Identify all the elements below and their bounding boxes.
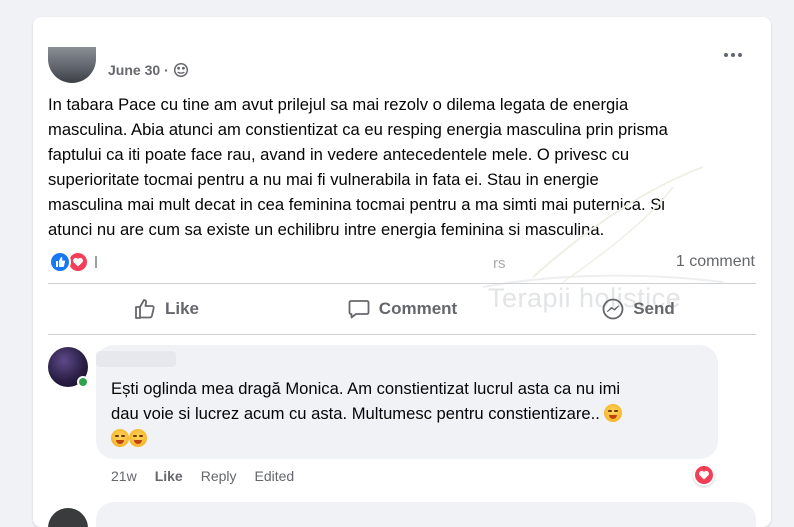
comment-time[interactable]: 21w bbox=[111, 468, 137, 484]
comment-button[interactable]: Comment bbox=[284, 284, 520, 334]
online-status-icon bbox=[77, 376, 89, 388]
post-meta: June 30 · bbox=[108, 61, 189, 79]
comment-reply-button[interactable]: Reply bbox=[201, 468, 237, 484]
meta-separator: · bbox=[164, 62, 169, 78]
post-line: masculina. Abia atunci am constientizat … bbox=[48, 120, 668, 139]
post-actions: Like Comment Send bbox=[48, 284, 756, 334]
watermark-fragment: rs bbox=[493, 255, 506, 272]
reaction-count bbox=[95, 256, 97, 268]
watermark-logo-icon bbox=[482, 166, 724, 288]
comment-like-button[interactable]: Like bbox=[155, 468, 183, 484]
comment-icon bbox=[348, 300, 370, 319]
post-date[interactable]: June 30 bbox=[108, 62, 160, 78]
comment-line: Ești oglinda mea dragă Monica. Am consti… bbox=[111, 379, 621, 398]
thumbs-up-icon bbox=[135, 299, 155, 319]
comment-line: dau voie si lucrez acum cu asta. Multume… bbox=[111, 401, 711, 426]
like-button[interactable]: Like bbox=[48, 284, 284, 334]
commenter-name-redacted[interactable] bbox=[96, 351, 176, 367]
comment-count-link[interactable]: 1 comment bbox=[676, 253, 755, 271]
globe-icon[interactable] bbox=[173, 62, 189, 78]
divider-bottom bbox=[48, 334, 756, 335]
author-avatar[interactable] bbox=[48, 47, 96, 83]
like-icon bbox=[49, 251, 71, 273]
hugging-face-icon bbox=[604, 404, 623, 422]
comment-label: Comment bbox=[378, 299, 458, 318]
like-label: Like bbox=[164, 299, 200, 318]
hugging-face-icon bbox=[129, 429, 147, 447]
send-label: Send bbox=[633, 299, 675, 318]
reaction-summary[interactable] bbox=[49, 251, 97, 273]
send-button[interactable]: Send bbox=[520, 284, 756, 334]
post-line: In tabara Pace cu tine am avut prilejul … bbox=[48, 95, 629, 114]
more-options-icon[interactable] bbox=[719, 45, 747, 65]
comment-meta: 21w Like Reply Edited bbox=[111, 468, 294, 484]
messenger-icon bbox=[602, 298, 624, 320]
comment-love-icon[interactable] bbox=[693, 464, 715, 486]
hugging-face-icon bbox=[111, 429, 129, 447]
post-card: June 30 · In tabara Pace cu tine am avut… bbox=[33, 17, 771, 527]
comment-edited-label[interactable]: Edited bbox=[255, 468, 295, 484]
comment-line bbox=[111, 426, 711, 451]
next-comment-bubble bbox=[96, 502, 756, 527]
comment-text: Ești oglinda mea dragă Monica. Am consti… bbox=[111, 376, 711, 451]
